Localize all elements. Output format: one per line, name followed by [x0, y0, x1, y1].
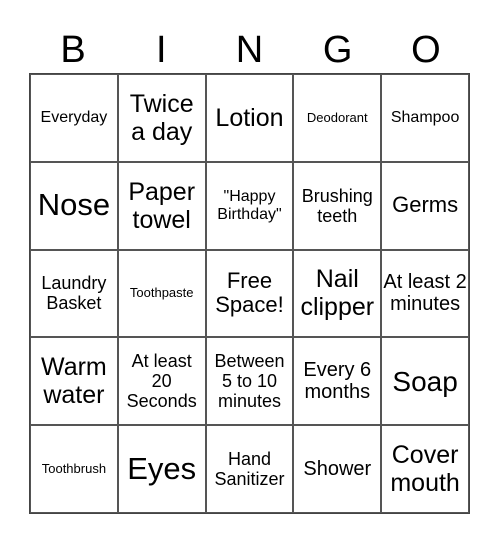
bingo-cell: Laundry Basket [30, 249, 118, 338]
bingo-cell: Soap [381, 337, 469, 426]
bingo-cell: Everyday [30, 74, 118, 162]
bingo-cell: Lotion [205, 74, 294, 162]
bingo-cell: Brushing teeth [293, 161, 382, 250]
bingo-cell: Deodorant [293, 74, 382, 162]
header-letter-b: B [60, 29, 86, 71]
header-letter-o: O [411, 29, 441, 71]
bingo-cell: Shower [293, 425, 382, 513]
bingo-cell: At least 2 minutes [381, 249, 469, 338]
header-letter-n: N [235, 29, 264, 71]
bingo-cell: Eyes [117, 425, 206, 513]
bingo-cell: Paper towel [117, 161, 206, 250]
bingo-cell: Toothpaste [117, 249, 206, 338]
bingo-cell: Between 5 to 10 minutes [205, 337, 294, 426]
bingo-cell: Cover mouth [381, 425, 469, 513]
header-letter-i: I [156, 29, 167, 71]
bingo-cell: Nail clipper [293, 249, 382, 338]
bingo-cell: Germs [381, 161, 469, 250]
bingo-cell: Nose [30, 161, 118, 250]
bingo-cell: Warm water [30, 337, 118, 426]
free-space-cell: Free Space! [205, 249, 294, 338]
bingo-cell: Twice a day [117, 74, 206, 162]
bingo-header: B I N G O [29, 28, 470, 72]
bingo-cell: "Happy Birthday" [205, 161, 294, 250]
bingo-cell: Toothbrush [30, 425, 118, 513]
header-letter-g: G [322, 29, 353, 71]
bingo-grid: Everyday Twice a day Lotion Deodorant Sh… [29, 73, 470, 514]
bingo-cell: Shampoo [381, 74, 469, 162]
bingo-cell: Every 6 months [293, 337, 382, 426]
bingo-cell: Hand Sanitizer [205, 425, 294, 513]
bingo-cell: At least 20 Seconds [117, 337, 206, 426]
